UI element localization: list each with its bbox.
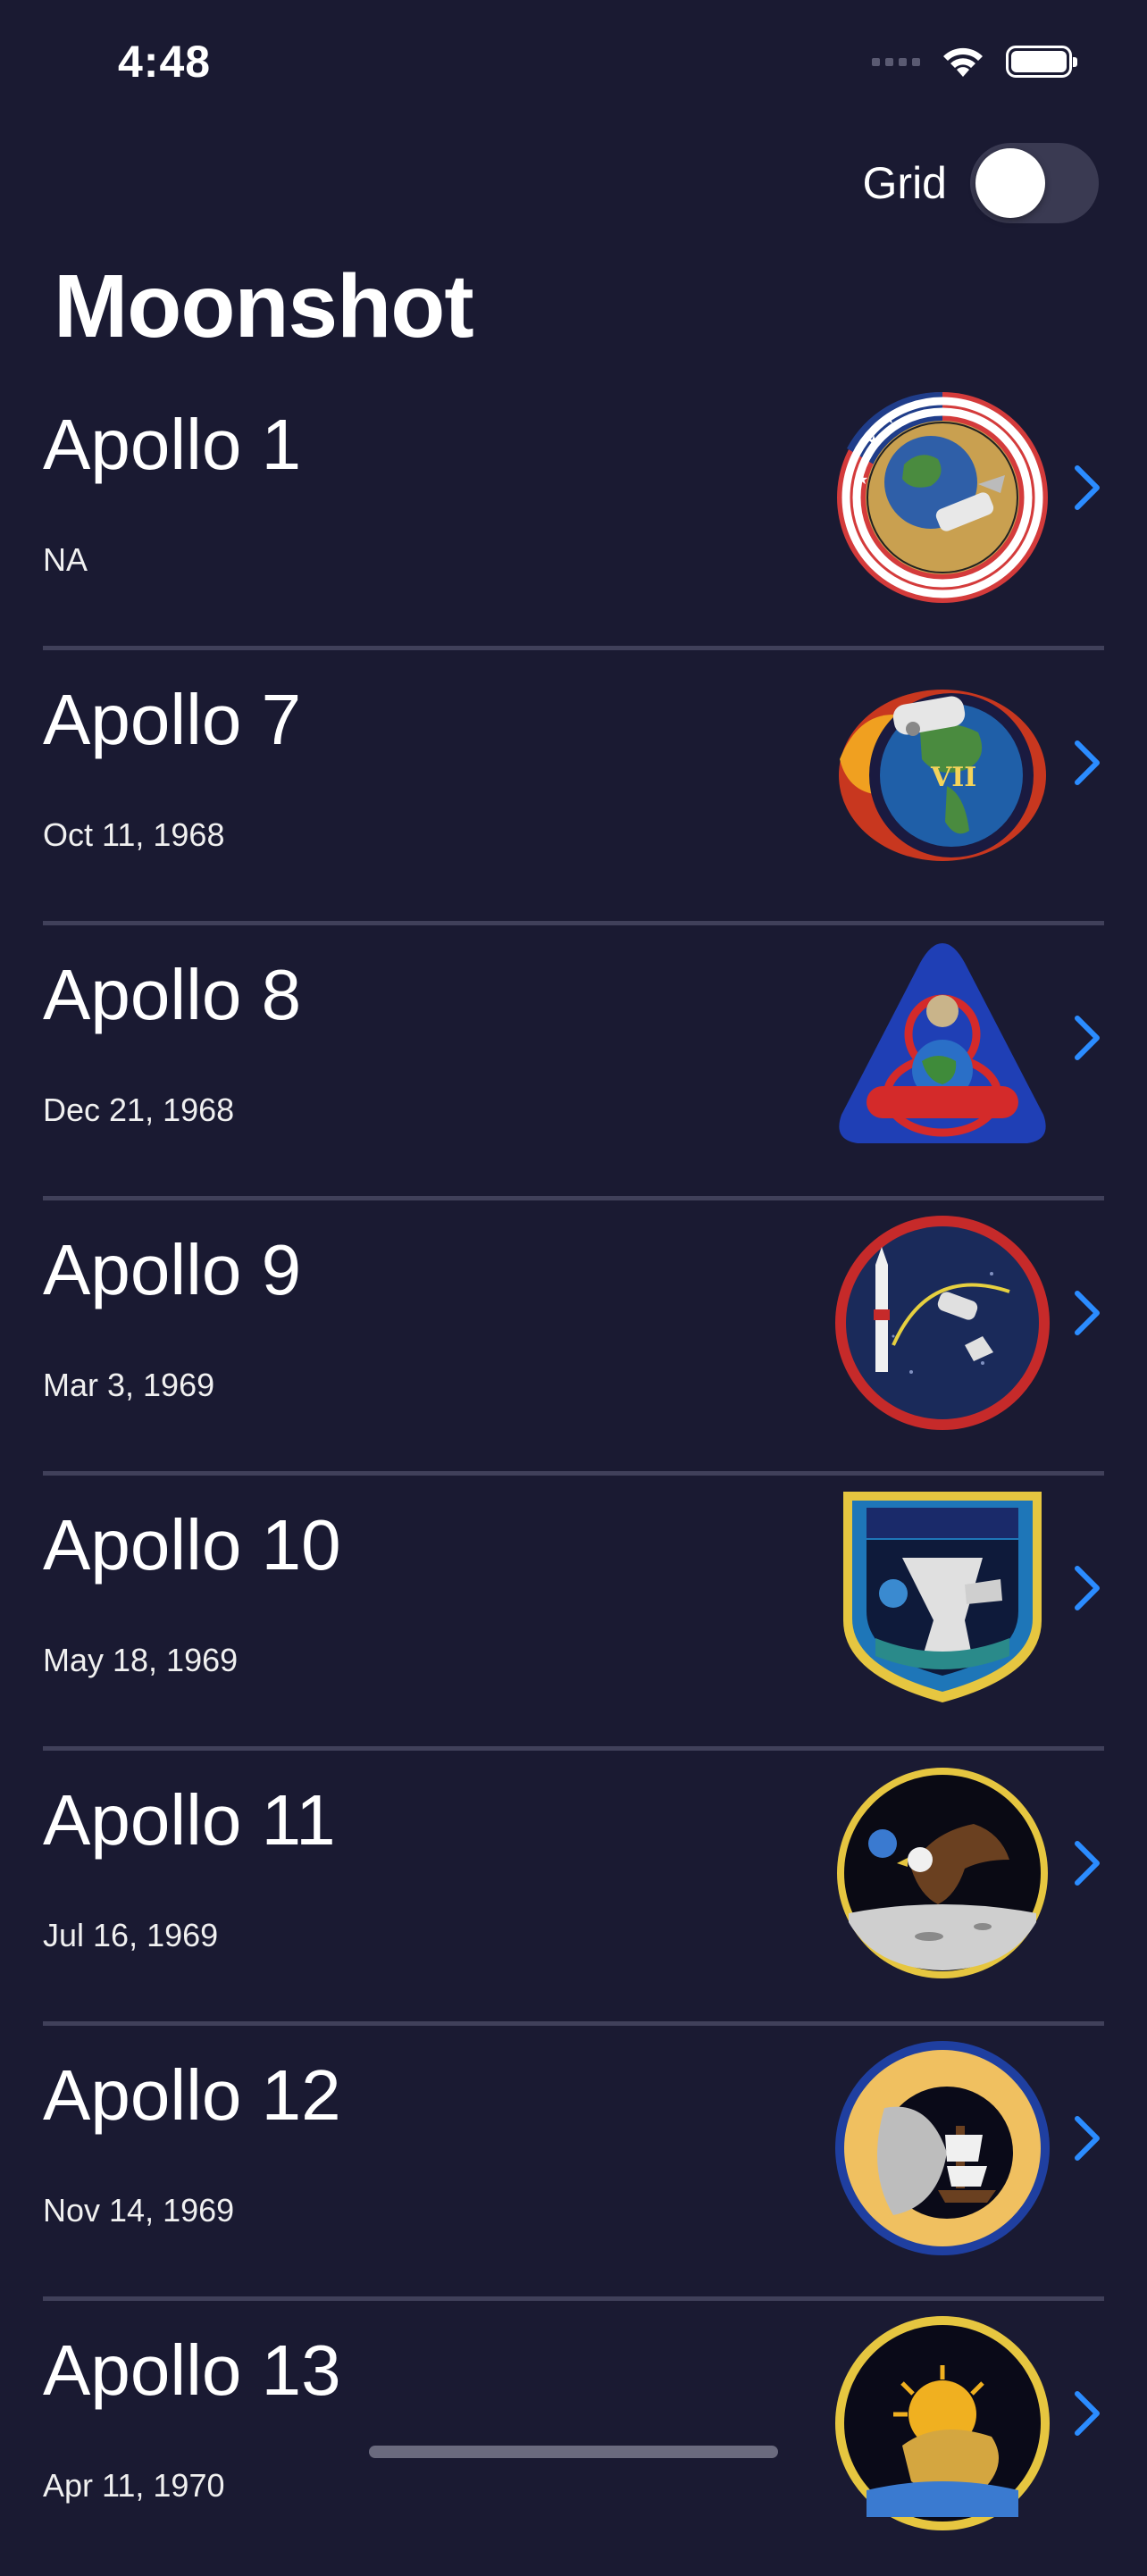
apollo-13-patch-icon [835,2316,1050,2530]
mission-row[interactable]: Apollo 1 NA ★ ★ ★ [0,375,1147,650]
chevron-right-icon [1075,1291,1100,1335]
mission-name: Apollo 11 [43,1780,336,1860]
mission-row[interactable]: Apollo 7 Oct 11, 1968 VII [0,650,1147,925]
mission-name: Apollo 8 [43,955,302,1034]
mission-date: Nov 14, 1969 [43,2192,235,2229]
mission-list: Apollo 1 NA ★ ★ ★ Apollo 7 Oct 11, 1968 [0,375,1147,2576]
chevron-right-icon [1075,465,1100,510]
mission-row[interactable]: Apollo 10 May 18, 1969 [0,1476,1147,1751]
chevron-right-icon [1075,1566,1100,1610]
apollo-7-patch-icon: VII [839,690,1046,861]
apollo-11-patch-icon [837,1768,1048,1978]
grid-switch[interactable] [970,143,1099,223]
mission-name: Apollo 13 [43,2330,341,2410]
mission-date: Jul 16, 1969 [43,1917,219,1953]
apollo-9-patch-icon [835,1216,1050,1430]
page-title: Moonshot [54,256,474,356]
battery-icon [1006,46,1077,78]
chevron-right-icon [1075,2391,1100,2436]
apollo-12-patch-icon [835,2041,1050,2255]
grid-toggle-label: Grid [862,158,947,208]
mission-date: Mar 3, 1969 [43,1367,215,1403]
svg-text:★: ★ [867,432,881,450]
mission-date: NA [43,541,88,578]
mission-row[interactable]: Apollo 12 Nov 14, 1969 [0,2026,1147,2301]
chevron-right-icon [1075,2116,1100,2161]
status-bar: 4:48 [0,0,1147,125]
mission-name: Apollo 9 [43,1230,302,1309]
mission-row[interactable]: Apollo 8 Dec 21, 1968 [0,925,1147,1200]
mission-date: May 18, 1969 [43,1642,239,1678]
svg-text:★: ★ [856,473,868,488]
mission-row[interactable]: Apollo 13 Apr 11, 1970 [0,2301,1147,2576]
mission-date: Oct 11, 1968 [43,816,225,853]
chevron-right-icon [1075,1841,1100,1886]
mission-name: Apollo 12 [43,2055,341,2135]
mission-date: Apr 11, 1970 [43,2467,225,2504]
apollo-8-patch-icon [839,943,1046,1143]
mission-name: Apollo 10 [43,1505,341,1585]
status-icons [872,45,1077,79]
home-indicator[interactable] [369,2446,778,2458]
wifi-icon [943,47,983,77]
svg-text:VII: VII [930,762,976,793]
mission-date: Dec 21, 1968 [43,1091,235,1128]
grid-toggle[interactable]: Grid [863,143,1099,223]
mission-name: Apollo 7 [43,680,302,759]
mission-name: Apollo 1 [43,405,302,484]
svg-text:★: ★ [883,412,895,427]
mission-row[interactable]: Apollo 9 Mar 3, 1969 [0,1200,1147,1476]
grid-switch-knob [975,148,1045,218]
apollo-10-patch-icon [843,1492,1042,1702]
mission-row[interactable]: Apollo 11 Jul 16, 1969 [0,1751,1147,2026]
chevron-right-icon [1075,1016,1100,1060]
cellular-signal-icon [872,57,920,66]
status-time: 4:48 [118,37,212,87]
chevron-right-icon [1075,740,1100,785]
apollo-1-patch-icon: ★ ★ ★ [837,391,1048,603]
